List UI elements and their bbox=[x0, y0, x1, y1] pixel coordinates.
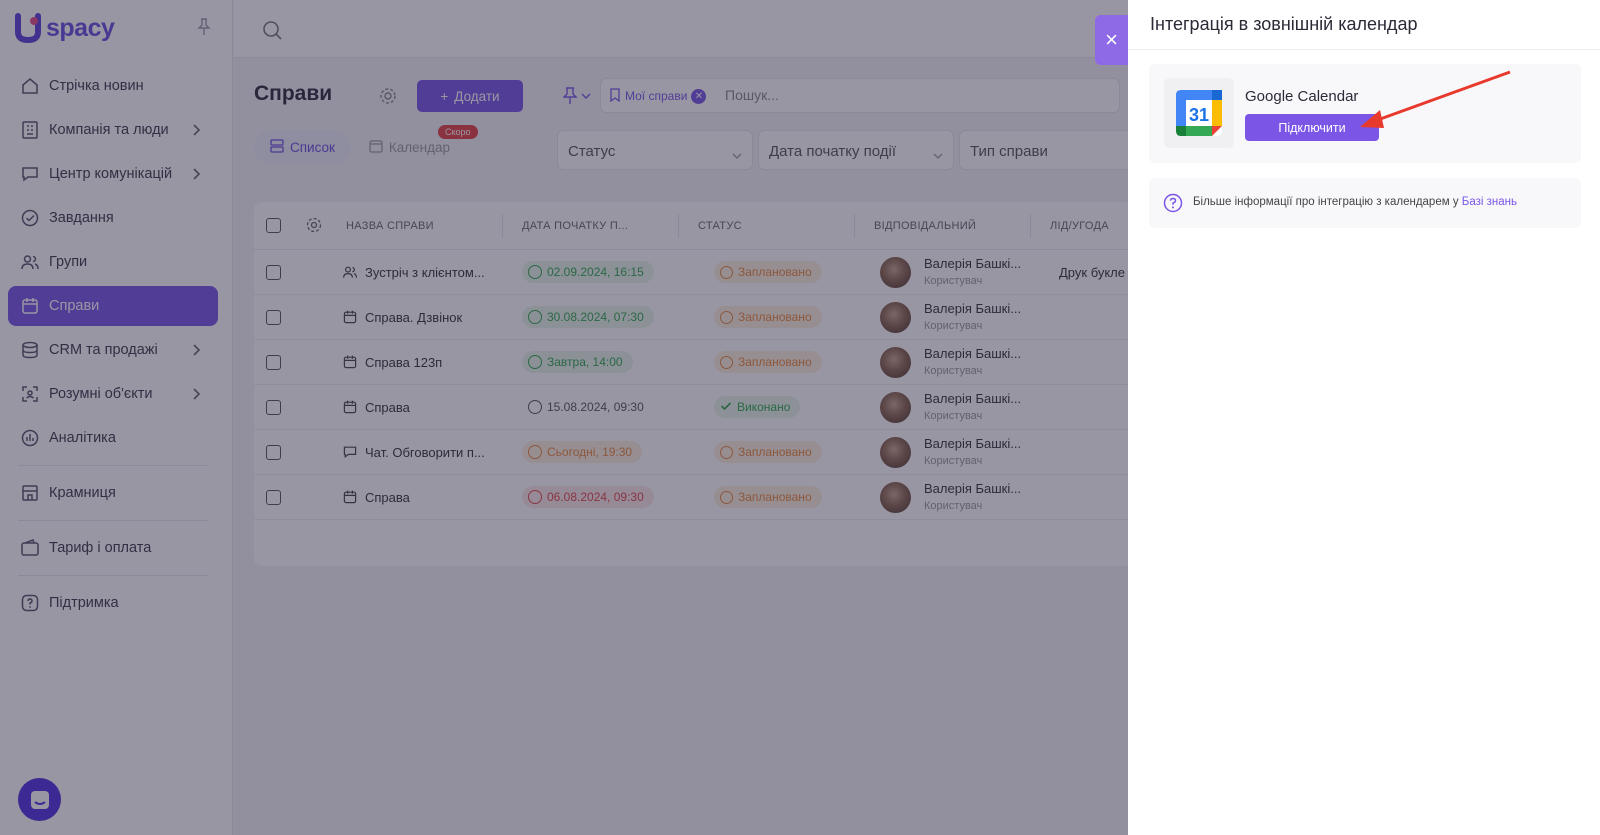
info-text-body: Більше інформації про інтеграцію з кален… bbox=[1193, 196, 1462, 208]
knowledge-base-link[interactable]: Базі знань bbox=[1462, 196, 1517, 208]
google-calendar-logo: 31 bbox=[1164, 78, 1234, 148]
calendar-day-number: 31 bbox=[1189, 105, 1209, 125]
info-card: Більше інформації про інтеграцію з кален… bbox=[1149, 178, 1581, 228]
close-drawer-button[interactable]: × bbox=[1095, 15, 1128, 65]
modal-overlay[interactable] bbox=[0, 0, 1128, 835]
google-calendar-icon: 31 bbox=[1176, 90, 1222, 136]
calendar-provider-name: Google Calendar bbox=[1245, 88, 1359, 105]
annotation-arrow bbox=[1360, 70, 1511, 128]
info-text: Більше інформації про інтеграцію з кален… bbox=[1193, 196, 1517, 208]
drawer-title: Інтеграція в зовнішній календар bbox=[1128, 0, 1600, 50]
help-circle-icon bbox=[1163, 193, 1183, 213]
close-icon: × bbox=[1105, 27, 1118, 52]
